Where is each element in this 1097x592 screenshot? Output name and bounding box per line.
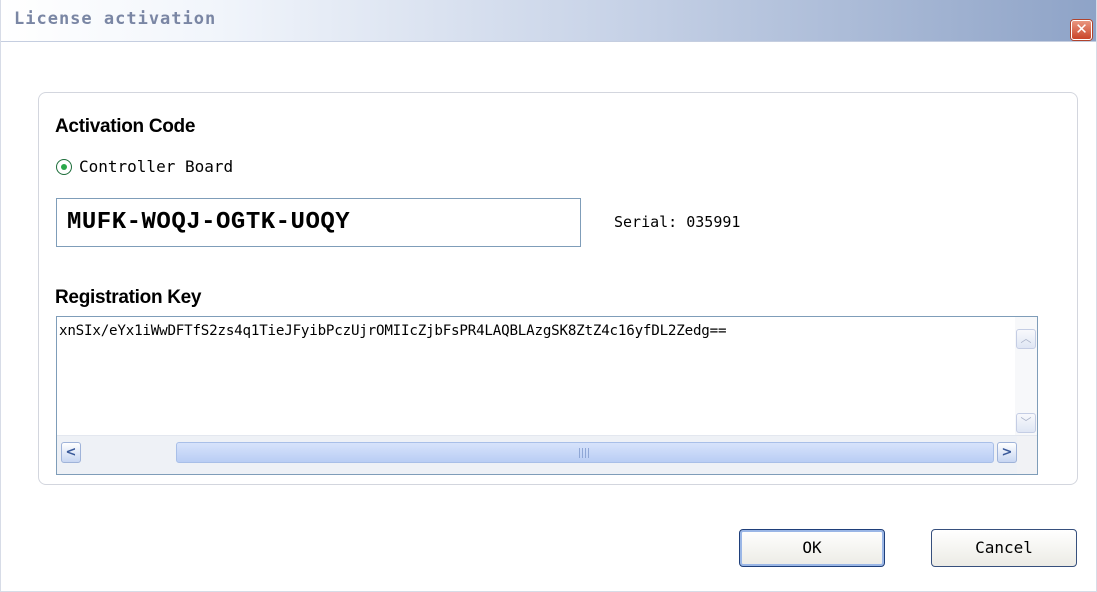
- registration-key-heading: Registration Key: [55, 287, 202, 308]
- activation-code-field[interactable]: MUFK-WOQJ-OGTK-UOQY: [56, 198, 581, 247]
- registration-key-text[interactable]: xnSIx/eYx1iWwDFTfS2zs4q1TieJFyibPczUjrOM…: [59, 323, 1031, 339]
- chevron-down-icon[interactable]: ﹀: [1016, 413, 1036, 433]
- serial-label: Serial: 035991: [614, 213, 741, 231]
- chevron-right-icon[interactable]: >: [997, 442, 1017, 463]
- horizontal-scroll-thumb[interactable]: [176, 442, 994, 463]
- radio-selected-icon[interactable]: [56, 159, 72, 175]
- license-activation-dialog: License activation ✕ Activation Code Con…: [0, 0, 1097, 592]
- scrollbar-corner: [1017, 436, 1037, 474]
- cancel-button[interactable]: Cancel: [931, 529, 1077, 567]
- horizontal-scrollbar[interactable]: < >: [57, 435, 1037, 474]
- window-title: License activation: [14, 9, 217, 29]
- controller-board-radio-label[interactable]: Controller Board: [79, 157, 233, 176]
- chevron-left-icon[interactable]: <: [61, 442, 81, 463]
- registration-key-textarea[interactable]: xnSIx/eYx1iWwDFTfS2zs4q1TieJFyibPczUjrOM…: [56, 316, 1038, 475]
- close-icon[interactable]: ✕: [1071, 20, 1092, 40]
- activation-code-heading: Activation Code: [55, 116, 196, 137]
- title-bar[interactable]: License activation ✕: [1, 0, 1096, 42]
- vertical-scrollbar[interactable]: ︿ ﹀: [1015, 317, 1037, 438]
- chevron-up-icon[interactable]: ︿: [1016, 329, 1036, 349]
- ok-button[interactable]: OK: [739, 529, 885, 567]
- scroll-grip: [579, 448, 591, 458]
